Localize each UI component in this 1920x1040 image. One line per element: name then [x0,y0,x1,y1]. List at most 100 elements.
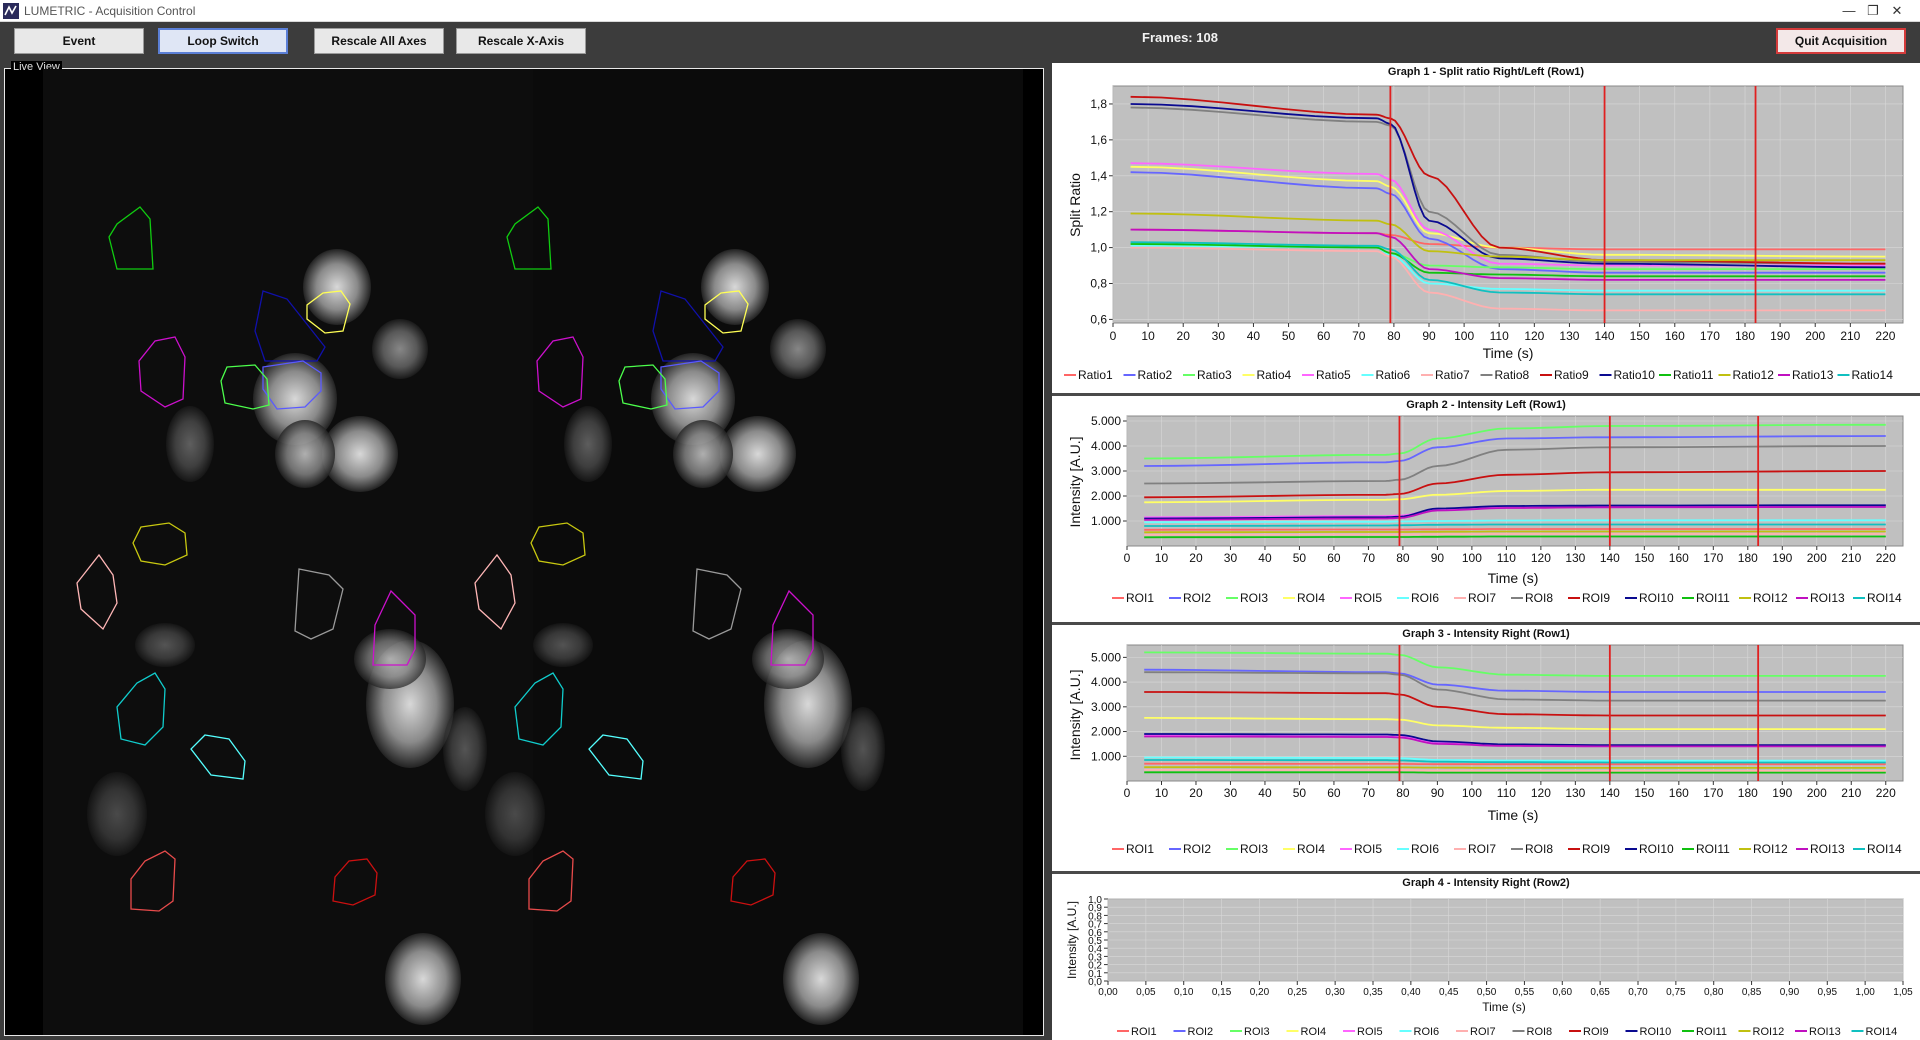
cell-body [564,406,612,482]
frames-counter: Frames: 108 [1142,30,1218,45]
legend-label: ROI11 [1696,842,1730,856]
quit-acquisition-button[interactable]: Quit Acquisition [1776,28,1906,54]
legend-label: ROI11 [1696,1026,1727,1038]
legend-label: ROI12 [1753,1026,1785,1038]
x-tick-label: 160 [1669,786,1689,800]
window-title: LUMETRIC - Acquisition Control [24,4,196,18]
cell-body [135,623,195,667]
legend-label: ROI2 [1188,1026,1214,1038]
loop-switch-button[interactable]: Loop Switch [158,28,288,54]
cell-body [673,420,733,488]
legend-label: ROI14 [1866,1026,1898,1038]
y-tick-label: 1.000 [1091,749,1121,763]
x-tick-label: 100 [1462,786,1482,800]
y-tick-label: 1,2 [1090,205,1107,219]
x-tick-label: 100 [1454,329,1474,343]
x-tick-label: 170 [1703,551,1723,565]
legend-label: ROI3 [1240,591,1268,605]
legend-label: Ratio6 [1376,368,1411,382]
x-tick-label: 200 [1807,551,1827,565]
legend-label: ROI10 [1639,842,1674,856]
series-line-roi12 [1144,530,1886,534]
cell-body [443,707,487,791]
graph-2-title: Graph 2 - Intensity Left (Row1) [1406,399,1566,411]
x-tick-label: 150 [1634,786,1654,800]
legend-label: ROI3 [1240,842,1268,856]
x-tick-label: 30 [1212,329,1226,343]
x-tick-label: 0,65 [1590,987,1610,998]
x-tick-label: 80 [1387,329,1401,343]
graph-4-x-label: Time (s) [1482,1000,1526,1014]
y-tick-label: 3.000 [1091,700,1121,714]
x-tick-label: 210 [1840,329,1860,343]
rescale-all-axes-button[interactable]: Rescale All Axes [314,28,444,54]
x-tick-label: 10 [1155,551,1169,565]
x-tick-label: 0,10 [1174,987,1194,998]
x-tick-label: 0,50 [1477,987,1497,998]
legend-label: ROI4 [1301,1026,1327,1038]
x-tick-label: 20 [1189,551,1203,565]
x-tick-label: 30 [1224,786,1238,800]
x-tick-label: 200 [1805,329,1825,343]
series-line-roi7 [1144,533,1886,536]
x-tick-label: 0,20 [1250,987,1270,998]
event-button[interactable]: Event [14,28,144,54]
legend-label: ROI11 [1696,591,1730,605]
live-view-image[interactable] [5,69,1043,1035]
graph-1-plot-area[interactable] [1112,85,1904,324]
y-tick-label: 5.000 [1091,650,1121,664]
x-tick-label: 180 [1738,551,1758,565]
close-icon[interactable]: ✕ [1874,0,1920,22]
x-tick-label: 0,45 [1439,987,1459,998]
graph-1-y-label: Split Ratio [1067,173,1083,237]
y-tick-label: 1,0 [1088,895,1102,906]
x-tick-label: 0,70 [1628,987,1648,998]
x-tick-label: 20 [1189,786,1203,800]
cell-body [385,933,461,1025]
graph-4-legend: ROI1 ROI2 ROI3 ROI4 ROI5 ROI6 ROI7 ROI8 ROI9 ROI1… [1117,1026,1897,1038]
x-tick-label: 90 [1422,329,1436,343]
x-tick-label: 0,80 [1704,987,1724,998]
x-tick-label: 110 [1497,786,1516,800]
legend-label: ROI3 [1244,1026,1270,1038]
cell-body [372,319,428,379]
x-tick-label: 130 [1565,551,1585,565]
x-tick-label: 0,75 [1666,987,1686,998]
x-tick-label: 0 [1110,329,1117,343]
x-tick-label: 40 [1258,786,1272,800]
x-tick-label: 220 [1876,786,1896,800]
x-tick-label: 0,25 [1288,987,1308,998]
rescale-x-axis-button[interactable]: Rescale X-Axis [456,28,586,54]
x-tick-label: 40 [1247,329,1261,343]
legend-label: ROI7 [1468,842,1496,856]
legend-label: ROI5 [1357,1026,1383,1038]
x-tick-label: 120 [1524,329,1544,343]
x-tick-label: 130 [1565,786,1585,800]
x-tick-label: 0,40 [1401,987,1421,998]
series-line-roi1 [1144,528,1886,531]
y-tick-label: 0,8 [1090,277,1107,291]
graph-3-panel: Graph 3 - Intensity Right (Row1) 1.000 2.… [1052,625,1920,871]
y-tick-label: 3.000 [1091,464,1121,478]
legend-label: Ratio9 [1554,368,1589,382]
y-tick-label: 2.000 [1091,725,1121,739]
legend-label: ROI2 [1183,842,1211,856]
series-line-roi12 [1144,766,1886,769]
x-tick-label: 180 [1735,329,1755,343]
graph-3-legend: ROI1 ROI2 ROI3 ROI4 ROI5 ROI6 ROI7 ROI8 ROI9 ROI1… [1112,842,1902,856]
x-tick-label: 130 [1559,329,1579,343]
series-line-roi7 [1144,768,1886,772]
x-tick-label: 140 [1600,786,1620,800]
legend-label: ROI4 [1297,591,1325,605]
legend-label: Ratio13 [1792,368,1834,382]
graph-3-x-label: Time (s) [1488,807,1539,823]
toolbar: Event Loop Switch Rescale All Axes Resca… [0,22,1920,62]
title-bar: LUMETRIC - Acquisition Control — ❐ ✕ [0,0,1920,22]
legend-label: ROI14 [1867,842,1902,856]
x-tick-label: 140 [1600,551,1620,565]
x-tick-label: 220 [1875,329,1895,343]
x-tick-label: 190 [1772,786,1792,800]
x-tick-label: 0,05 [1136,987,1156,998]
legend-label: Ratio12 [1733,368,1775,382]
legend-label: ROI14 [1867,591,1902,605]
